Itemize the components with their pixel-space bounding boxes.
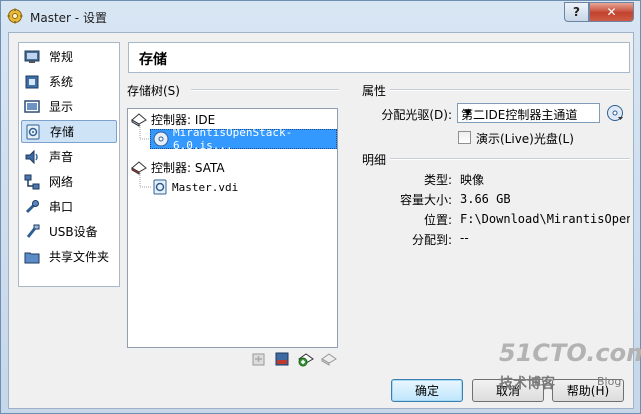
details-label: 明细 <box>362 153 387 167</box>
tree-controller-sata[interactable]: 控制器: SATA <box>131 158 225 176</box>
ok-button[interactable]: 确定 <box>391 379 463 402</box>
page-header: 存储 <box>128 42 630 73</box>
sidebar-item-storage[interactable]: 存储 <box>21 120 117 143</box>
title-help-button[interactable]: ? <box>564 2 589 22</box>
settings-window: Master - 设置 ? ✕ 常规 系统 显示 存储 声音 网络 串口 USB… <box>0 0 641 414</box>
storage-tree[interactable]: 控制器: IDE MirantisOpenStack-6.0.is... 控制器… <box>127 108 338 348</box>
watermark-tagline: 技术博客 <box>499 376 555 392</box>
window-title: Master - 设置 <box>30 11 107 25</box>
detail-attached-value: -- <box>460 231 469 245</box>
sidebar-item-network[interactable]: 网络 <box>21 170 117 193</box>
tree-attachment-iso[interactable]: MirantisOpenStack-6.0.is... <box>150 126 337 152</box>
sidebar-item-label: 存储 <box>50 125 75 139</box>
optical-disc-icon <box>153 131 169 147</box>
attributes-label: 属性 <box>362 84 387 98</box>
usb-icon <box>24 224 40 240</box>
divider <box>191 89 339 91</box>
watermark-domain: 51CTO.com <box>499 339 641 367</box>
gear-icon <box>7 8 23 24</box>
sidebar-item-system[interactable]: 系统 <box>21 70 117 93</box>
remove-controller-icon[interactable] <box>274 351 290 367</box>
sidebar-item-label: USB设备 <box>49 225 98 239</box>
detail-size-value: 3.66 GB <box>460 192 511 206</box>
sidebar-item-label: 网络 <box>49 175 74 189</box>
tree-node-label: Master.vdi <box>172 180 239 194</box>
sidebar-item-label: 串口 <box>49 200 74 214</box>
sidebar-item-audio[interactable]: 声音 <box>21 145 117 168</box>
divider <box>390 89 630 91</box>
shared-folder-icon <box>24 249 40 265</box>
audio-icon <box>24 149 40 165</box>
network-icon <box>24 174 40 190</box>
watermark-suffix: Blog <box>597 375 622 388</box>
ide-controller-icon <box>131 111 147 127</box>
storage-tree-label: 存储树(S) <box>127 84 180 98</box>
storage-icon <box>25 124 41 140</box>
sidebar-item-label: 常规 <box>49 50 74 64</box>
sidebar-item-label: 系统 <box>49 75 74 89</box>
detail-attached-label: 分配到: <box>411 233 452 247</box>
tree-attachment-vdi[interactable]: Master.vdi <box>152 178 238 196</box>
sidebar-item-label: 声音 <box>49 150 74 164</box>
page-title: 存储 <box>139 52 167 68</box>
live-cd-checkbox[interactable] <box>458 131 471 144</box>
add-controller-icon[interactable] <box>251 351 267 367</box>
drive-select-value: 第二IDE控制器主通道 <box>461 108 578 122</box>
detail-type-value: 映像 <box>460 173 485 187</box>
tree-node-label: 控制器: IDE <box>151 112 216 127</box>
detail-location-value: F:\Download\MirantisOpenS... <box>460 212 630 226</box>
sidebar-item-shared-folders[interactable]: 共享文件夹 <box>21 245 117 268</box>
remove-attachment-icon[interactable] <box>321 351 337 367</box>
close-button[interactable]: ✕ <box>589 2 634 22</box>
detail-location-label: 位置: <box>423 213 452 227</box>
live-cd-label: 演示(Live)光盘(L) <box>476 132 574 146</box>
choose-disc-icon[interactable] <box>606 104 624 122</box>
sidebar-item-serial-port[interactable]: 串口 <box>21 195 117 218</box>
sidebar-item-label: 显示 <box>49 100 74 114</box>
detail-size-label: 容量大小: <box>399 193 452 207</box>
chevron-down-icon: ▼ <box>464 108 472 118</box>
drive-select[interactable]: 第二IDE控制器主通道 ▼ <box>457 103 600 123</box>
add-attachment-icon[interactable] <box>298 351 314 367</box>
detail-type-label: 类型: <box>423 173 452 187</box>
sidebar-item-display[interactable]: 显示 <box>21 95 117 118</box>
system-icon <box>24 74 40 90</box>
sidebar-item-label: 共享文件夹 <box>49 250 110 264</box>
divider <box>390 158 630 160</box>
serial-port-icon <box>24 199 40 215</box>
display-icon <box>24 99 40 115</box>
general-icon <box>24 49 40 65</box>
tree-node-label: 控制器: SATA <box>151 160 225 175</box>
tree-node-label: MirantisOpenStack-6.0.is... <box>173 126 293 152</box>
sidebar-item-usb[interactable]: USB设备 <box>21 220 117 243</box>
hard-disk-icon <box>152 179 168 195</box>
title-bar: Master - 设置 ? ✕ <box>1 1 640 31</box>
drive-label: 分配光驱(D): <box>381 108 452 122</box>
sata-controller-icon <box>131 159 147 175</box>
settings-sidebar: 常规 系统 显示 存储 声音 网络 串口 USB设备 共享文件夹 <box>18 42 120 287</box>
sidebar-item-general[interactable]: 常规 <box>21 45 117 68</box>
